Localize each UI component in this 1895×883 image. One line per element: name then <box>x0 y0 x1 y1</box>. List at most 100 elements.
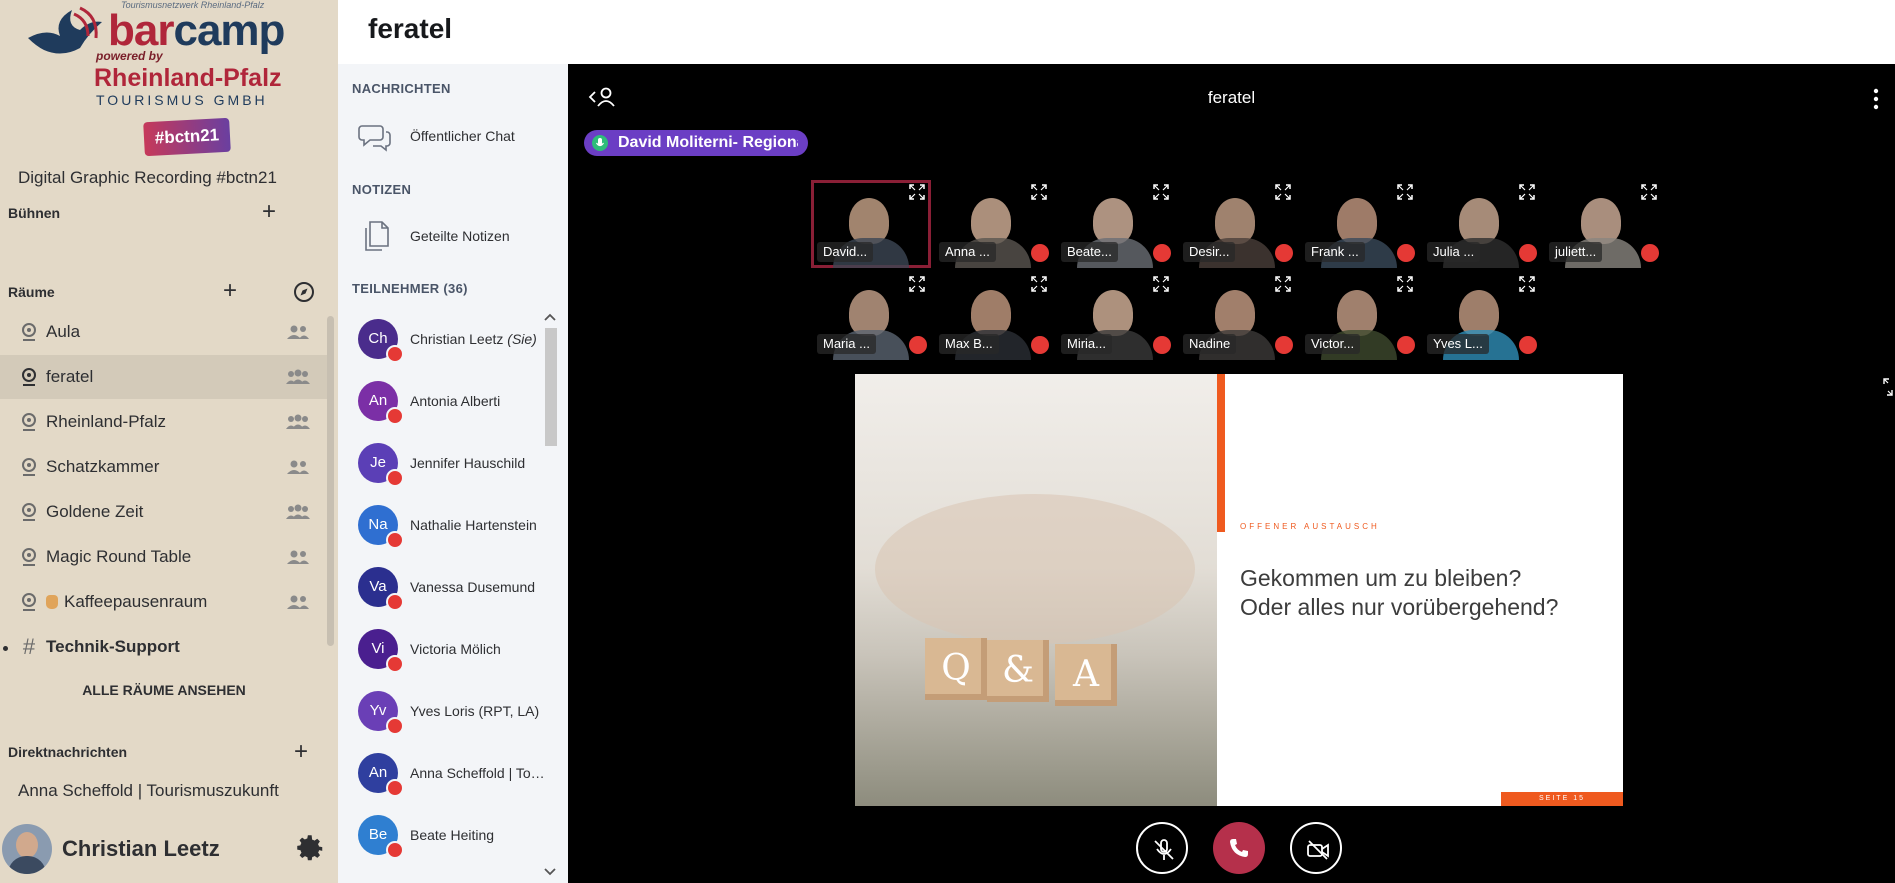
gear-icon[interactable] <box>296 834 326 864</box>
conference-title: feratel <box>1207 88 1256 107</box>
video-tile[interactable]: Julia ... <box>1421 180 1541 268</box>
participant-initials: An <box>368 764 388 781</box>
video-tile[interactable]: Nadine <box>1177 272 1297 360</box>
scrollbar-thumb[interactable] <box>545 328 557 446</box>
video-room-icon <box>22 593 36 611</box>
slide-cube-a: A <box>1055 644 1117 706</box>
tile-name: Miria... <box>1061 334 1112 354</box>
expand-icon[interactable] <box>1153 184 1169 200</box>
expand-icon[interactable] <box>1397 276 1413 292</box>
participant-item[interactable]: Vi Victoria Mölich <box>358 624 558 674</box>
active-speaker-pill: David Moliterni- Regionalmanagement <box>584 130 808 156</box>
room-item-schatzkammer[interactable]: Schatzkammer <box>0 445 328 489</box>
logo-camp: camp <box>173 6 285 55</box>
video-room-icon <box>22 368 36 386</box>
space-name[interactable]: Digital Graphic Recording #bctn21 <box>18 168 277 188</box>
expand-icon[interactable] <box>1275 276 1291 292</box>
photo-arm <box>875 494 1195 644</box>
room-label: Technik-Support <box>46 637 180 656</box>
room-item-goldene-zeit[interactable]: Goldene Zeit <box>0 490 328 534</box>
video-tile[interactable]: Frank ... <box>1299 180 1419 268</box>
shared-notes-item[interactable]: Geteilte Notizen <box>358 220 510 252</box>
expand-icon[interactable] <box>1031 184 1047 200</box>
muted-icon <box>1153 336 1171 354</box>
tile-name: Desir... <box>1183 242 1236 262</box>
video-tile[interactable]: Maria ... <box>811 272 931 360</box>
expand-icon[interactable] <box>909 276 925 292</box>
expand-side-icon[interactable] <box>1883 378 1893 396</box>
participant-item[interactable]: Na Nathalie Hartenstein <box>358 500 558 550</box>
participant-item[interactable]: Yv Yves Loris (RPT, LA) <box>358 686 558 736</box>
avatar-body <box>8 856 46 874</box>
add-stage-button[interactable]: + <box>262 200 276 224</box>
expand-icon[interactable] <box>1275 184 1291 200</box>
participant-avatar: Vi <box>358 629 404 673</box>
room-item-aula[interactable]: Aula <box>0 310 328 354</box>
chevron-down-icon[interactable] <box>543 867 557 877</box>
video-tile[interactable]: Miria... <box>1055 272 1175 360</box>
video-tile[interactable]: juliett... <box>1543 180 1663 268</box>
participant-initials: Be <box>368 826 388 843</box>
video-tile[interactable]: Desir... <box>1177 180 1297 268</box>
barcamp-logo: Tourismusnetzwerk Rheinland-Pfalz barcam… <box>18 0 318 160</box>
rooms-heading[interactable]: Räume <box>8 284 55 300</box>
muted-icon <box>386 345 404 363</box>
participant-avatar: Yv <box>358 691 404 735</box>
participant-item[interactable]: Je Jennifer Hauschild <box>358 438 558 488</box>
room-item-feratel[interactable]: feratel <box>0 355 328 399</box>
all-rooms-button[interactable]: ALLE RÄUME ANSEHEN <box>0 682 328 698</box>
dm-heading[interactable]: Direktnachrichten <box>8 744 127 760</box>
participant-avatar: Va <box>358 567 404 611</box>
active-speaker-name: David Moliterni- Regionalmanagement <box>618 134 798 151</box>
participant-initials: Na <box>368 516 388 533</box>
expand-icon[interactable] <box>1153 276 1169 292</box>
chevron-up-icon[interactable] <box>543 312 557 322</box>
tile-name: Beate... <box>1061 242 1118 262</box>
room-item-magic-round-table[interactable]: Magic Round Table <box>0 535 328 579</box>
room-item-rheinland-pfalz[interactable]: Rheinland-Pfalz <box>0 400 328 444</box>
camera-off-button[interactable] <box>1290 822 1342 874</box>
expand-icon[interactable] <box>1519 184 1535 200</box>
add-dm-button[interactable]: + <box>294 740 308 764</box>
presentation-slide[interactable]: Q & A OFFENER AUSTAUSCH Gekommen um zu b… <box>855 374 1623 806</box>
video-tile[interactable]: Anna ... <box>933 180 1053 268</box>
mic-off-icon <box>1154 839 1174 860</box>
expand-icon[interactable] <box>1397 184 1413 200</box>
room-label: Kaffeepausenraum <box>64 592 208 611</box>
video-room-icon <box>22 323 36 341</box>
room-header: feratel <box>338 0 1895 64</box>
participant-item[interactable]: An Anna Scheffold | Tourismuszukunft <box>358 748 558 798</box>
dm-item[interactable]: Anna Scheffold | Tourismuszukunft <box>18 781 279 801</box>
room-item-kaffeepausenraum[interactable]: Kaffeepausenraum <box>0 580 328 624</box>
video-room-icon <box>22 548 36 566</box>
muted-icon <box>1519 244 1537 262</box>
participant-item[interactable]: Ch Christian Leetz (Sie) <box>358 314 558 364</box>
video-tile[interactable]: Beate... <box>1055 180 1175 268</box>
video-tile[interactable]: Victor... <box>1299 272 1419 360</box>
video-tile[interactable]: Yves L... <box>1421 272 1541 360</box>
room-label: Schatzkammer <box>46 457 160 476</box>
expand-icon[interactable] <box>1519 276 1535 292</box>
participant-item[interactable]: Be Beate Heiting <box>358 810 558 860</box>
notes-icon <box>365 221 389 251</box>
sidebar-scrollbar[interactable] <box>327 316 334 646</box>
expand-icon[interactable] <box>1641 184 1657 200</box>
participant-item[interactable]: An Antonia Alberti <box>358 376 558 426</box>
explore-rooms-icon[interactable] <box>293 281 315 303</box>
participant-item[interactable]: Va Vanessa Dusemund <box>358 562 558 612</box>
expand-icon[interactable] <box>909 184 925 200</box>
mute-mic-button[interactable] <box>1136 822 1188 874</box>
room-item-technik-support[interactable]: # Technik-Support <box>0 625 328 669</box>
more-options-icon[interactable] <box>1873 88 1879 110</box>
video-tile[interactable]: Max B... <box>933 272 1053 360</box>
public-chat-item[interactable]: Öffentlicher Chat <box>358 120 515 152</box>
expand-icon[interactable] <box>1031 276 1047 292</box>
logo-powered-by: powered by <box>96 49 163 63</box>
slide-cube-q: Q <box>925 638 987 700</box>
video-room-icon <box>22 458 36 476</box>
hang-up-button[interactable] <box>1213 822 1265 874</box>
stages-heading[interactable]: Bühnen <box>8 205 60 221</box>
avatar[interactable] <box>2 824 52 874</box>
add-room-button[interactable]: + <box>223 279 237 303</box>
video-tile[interactable]: David... <box>811 180 931 268</box>
